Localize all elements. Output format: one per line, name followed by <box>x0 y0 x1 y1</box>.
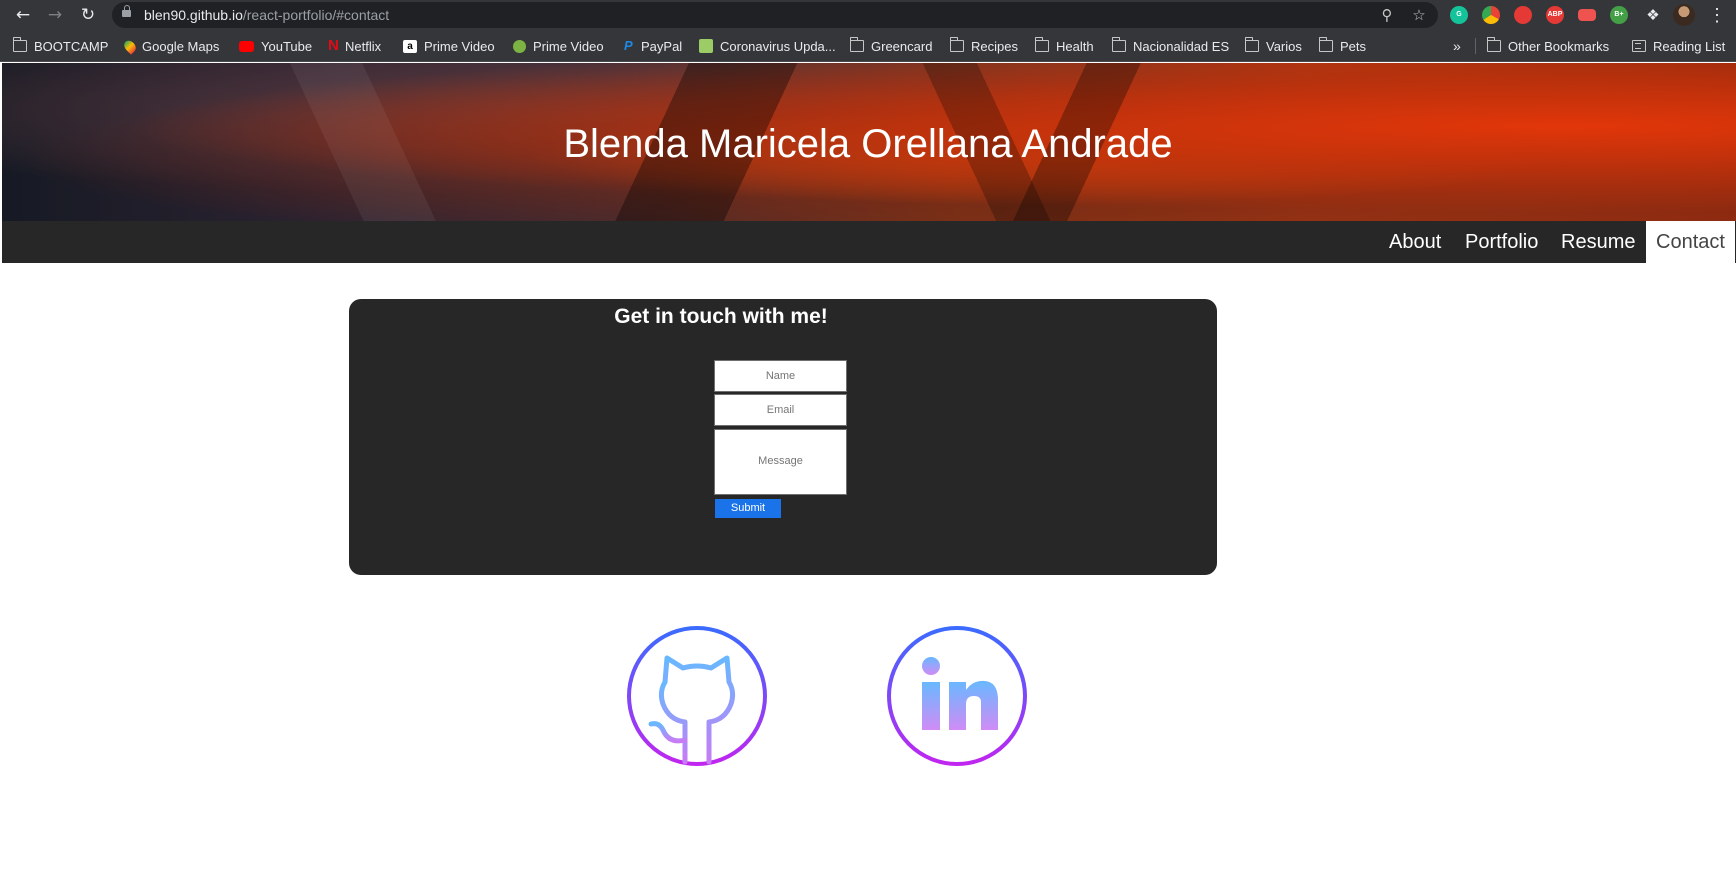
paypal-icon: P <box>624 38 633 53</box>
star-bookmark-icon[interactable]: ☆ <box>1410 6 1428 24</box>
bookmark-coronavirus[interactable]: Coronavirus Upda... <box>699 38 836 54</box>
adblock-plus-icon[interactable]: ABP <box>1546 6 1564 24</box>
google-maps-icon <box>121 37 139 55</box>
nav-portfolio[interactable]: Portfolio <box>1465 221 1538 263</box>
bookmark-netflix[interactable]: N Netflix <box>328 38 381 54</box>
folder-icon <box>1318 37 1333 52</box>
bookmark-bootcamp[interactable]: BOOTCAMP <box>12 37 108 54</box>
browser-toolbar: ← → ↻ blen90.github.io/react-portfolio/#… <box>0 0 1736 30</box>
message-textarea[interactable] <box>714 429 847 495</box>
name-input[interactable] <box>714 360 847 392</box>
bookmark-health[interactable]: Health <box>1034 37 1094 54</box>
folder-icon <box>1486 37 1501 52</box>
page-title: Blenda Maricela Orellana Andrade <box>563 122 1173 166</box>
zoom-icon[interactable]: ⚲ <box>1378 6 1396 24</box>
folder-icon <box>1244 37 1259 52</box>
extensions-puzzle-icon[interactable]: ❖ <box>1642 4 1664 26</box>
submit-button[interactable]: Submit <box>715 499 781 518</box>
bookmark-nacionalidad-es[interactable]: Nacionalidad ES <box>1111 37 1229 54</box>
contact-heading: Get in touch with me! <box>614 305 828 328</box>
avatar[interactable] <box>1673 4 1695 26</box>
github-icon <box>627 626 767 766</box>
nav-resume[interactable]: Resume <box>1561 221 1635 263</box>
chrome-extension-icon[interactable] <box>1482 6 1500 24</box>
bookmark-paypal[interactable]: P PayPal <box>624 38 682 54</box>
github-link[interactable] <box>625 624 769 768</box>
bookmarks-overflow-button[interactable]: » <box>1453 38 1461 54</box>
bookmark-google-maps[interactable]: Google Maps <box>121 37 219 55</box>
bookmark-pets[interactable]: Pets <box>1318 37 1366 54</box>
linkedin-link[interactable] <box>885 624 1029 768</box>
hand-extension-icon[interactable] <box>1514 6 1532 24</box>
folder-icon <box>1034 37 1049 52</box>
reload-icon[interactable]: ↻ <box>77 4 99 26</box>
b-plus-extension-icon[interactable]: B+ <box>1610 6 1628 24</box>
bookmark-prime-video[interactable]: Prime Video <box>513 38 604 54</box>
grammarly-icon[interactable]: G <box>1450 6 1468 24</box>
folder-icon <box>1111 37 1126 52</box>
amazon-icon: a <box>403 39 417 53</box>
email-input[interactable] <box>714 394 847 426</box>
bookmark-greencard[interactable]: Greencard <box>849 37 932 54</box>
site-navbar: About Portfolio Resume Contact <box>2 221 1736 263</box>
linkedin-icon <box>887 626 1027 766</box>
url-text[interactable]: blen90.github.io/react-portfolio/#contac… <box>144 7 389 23</box>
bookmark-youtube[interactable]: YouTube <box>239 38 312 54</box>
browser-menu-icon[interactable]: ⋮ <box>1708 4 1726 26</box>
bookmark-varios[interactable]: Varios <box>1244 37 1302 54</box>
play-circle-icon <box>513 39 526 53</box>
folder-icon <box>849 37 864 52</box>
other-bookmarks[interactable]: Other Bookmarks <box>1486 37 1609 54</box>
lock-icon <box>122 5 131 18</box>
reading-list[interactable]: Reading List <box>1632 38 1725 54</box>
folder-icon <box>12 37 27 52</box>
folder-icon <box>949 37 964 52</box>
bookmark-prime-video-amazon[interactable]: a Prime Video <box>403 38 495 54</box>
bookmark-recipes[interactable]: Recipes <box>949 37 1018 54</box>
video-extension-icon[interactable] <box>1578 9 1596 21</box>
address-bar[interactable]: blen90.github.io/react-portfolio/#contac… <box>112 2 1438 28</box>
back-arrow-icon[interactable]: ← <box>12 4 34 26</box>
nav-about[interactable]: About <box>1389 221 1441 263</box>
youtube-icon <box>239 40 254 52</box>
forward-arrow-icon[interactable]: → <box>44 4 66 26</box>
reading-list-icon <box>1632 40 1646 52</box>
netflix-icon: N <box>328 37 339 54</box>
nav-contact[interactable]: Contact <box>1646 221 1735 263</box>
bookmark-site-icon <box>699 39 713 53</box>
bookmarks-divider <box>1475 38 1476 54</box>
